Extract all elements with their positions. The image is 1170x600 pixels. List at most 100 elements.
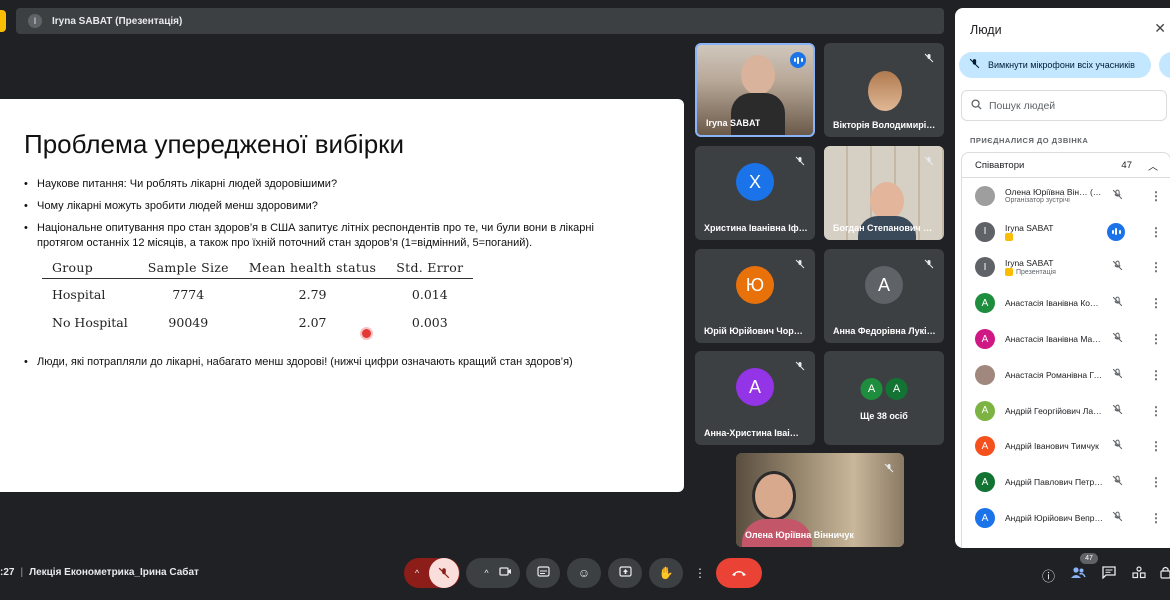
chevron-up-icon[interactable]: ^: [475, 568, 499, 578]
participant-tile[interactable]: А Анна-Христина Іваі…: [695, 351, 815, 445]
participant-row[interactable]: А Андрій Юрійович Вепр… ⋮: [962, 500, 1170, 536]
participant-tile[interactable]: А Анна Федорівна Лукі…: [824, 249, 944, 343]
bottom-toolbar: :27 | Лекція Економетрика_Ірина Сабат ^ ^ …: [0, 553, 1170, 593]
reactions-button[interactable]: ☺: [567, 558, 601, 588]
mic-off-icon[interactable]: [1112, 404, 1123, 418]
participant-avatar: Х: [736, 163, 774, 201]
table-row: No Hospital 90049 2.07 0.003: [42, 307, 473, 335]
group-count: 47: [1121, 159, 1132, 171]
participant-avatar: А: [736, 368, 774, 406]
more-vert-icon[interactable]: ⋮: [1150, 439, 1162, 453]
participant-avatar: А: [865, 266, 903, 304]
speaking-indicator-icon: [790, 52, 806, 68]
participant-avatar: А: [975, 508, 995, 529]
more-vert-icon[interactable]: ⋮: [1150, 225, 1162, 239]
participant-name: Христина Іванівна Іф…: [704, 223, 808, 233]
captions-icon: [536, 566, 550, 580]
participant-video-face: [752, 471, 796, 521]
slide-bullet: Наукове питання: Чи роблять лікарні люде…: [24, 177, 624, 192]
participant-tile[interactable]: Iryna SABAT: [695, 43, 815, 137]
slide-title: Проблема упередженої вибірки: [24, 129, 405, 159]
more-vert-icon[interactable]: ⋮: [1150, 404, 1162, 418]
mic-off-icon: [969, 58, 980, 72]
participant-name: Iryna SABAT: [706, 118, 761, 128]
participant-row[interactable]: А Анастасія Іванівна Мак… ⋮: [962, 321, 1170, 357]
search-people-field[interactable]: Пошук людей: [961, 90, 1167, 121]
participant-info: Андрій Іванович Тимчук: [1005, 441, 1103, 451]
mic-off-icon[interactable]: [1112, 439, 1123, 453]
participant-name: Олена Юріївна Вінничук: [745, 530, 854, 540]
participant-avatar: А: [975, 329, 995, 350]
mic-off-icon[interactable]: [1112, 189, 1123, 203]
participant-info: Анастасія Іванівна Мак…: [1005, 334, 1103, 344]
camera-control[interactable]: ^: [466, 558, 520, 588]
slide-bullets: Наукове питання: Чи роблять лікарні люде…: [24, 177, 624, 258]
mute-all-button[interactable]: Вимкнути мікрофони всіх учасників: [959, 52, 1151, 78]
presentation-slide: Проблема упередженої вибірки Наукове пит…: [0, 99, 684, 492]
participant-row[interactable]: А Анастасія Іванівна Кор… ⋮: [962, 285, 1170, 321]
activities-icon[interactable]: [1132, 566, 1146, 582]
chevron-up-icon: ︿: [1148, 161, 1158, 173]
participant-avatar: А: [975, 472, 995, 493]
raise-hand-button[interactable]: ✋: [649, 558, 683, 588]
more-vert-icon[interactable]: ⋮: [1150, 475, 1162, 489]
participant-row[interactable]: I Iryna SABAT ⋮: [962, 214, 1170, 250]
present-button[interactable]: [608, 558, 642, 588]
participant-name: Вікторія Володимирі…: [833, 120, 936, 130]
mic-off-icon[interactable]: [1112, 368, 1123, 382]
participant-row[interactable]: Олена Юріївна Він… (Ви) Організатор зустр…: [962, 178, 1170, 214]
more-vert-icon[interactable]: ⋮: [1150, 189, 1162, 203]
participant-tile[interactable]: Богдан Степанович С…: [824, 146, 944, 240]
more-vert-icon[interactable]: ⋮: [1150, 368, 1162, 382]
participant-avatar: А: [975, 400, 995, 421]
captions-button[interactable]: [526, 558, 560, 588]
participant-info: Iryna SABAT: [1005, 223, 1103, 241]
participant-row[interactable]: Анастасія Романівна Га… ⋮: [962, 357, 1170, 393]
leave-call-button[interactable]: [716, 558, 762, 588]
search-icon: [971, 98, 982, 113]
mic-off-icon: [922, 51, 936, 65]
mic-off-icon[interactable]: [1112, 475, 1123, 489]
contributors-group-header[interactable]: Співавтори 47 ︿: [961, 152, 1170, 178]
participant-name: Анастасія Іванівна Мак…: [1005, 334, 1103, 345]
participant-row[interactable]: А Андрій Георгійович Ла… ⋮: [962, 393, 1170, 429]
participant-tile[interactable]: Х Христина Іванівна Іф…: [695, 146, 815, 240]
mic-off-icon: [882, 461, 896, 475]
participant-name: Андрій Юрійович Вепр…: [1005, 513, 1103, 524]
laser-pointer: [362, 329, 371, 338]
close-icon[interactable]: ✕: [1154, 20, 1166, 37]
self-view-tile[interactable]: Олена Юріївна Вінничук: [736, 453, 904, 547]
participant-name: Андрій Павлович Петр…: [1005, 477, 1103, 488]
more-options-button[interactable]: ⋮: [690, 558, 710, 588]
audio-off-icon[interactable]: [1112, 260, 1123, 274]
participant-tile[interactable]: Вікторія Володимирі…: [824, 43, 944, 137]
mic-off-icon[interactable]: [1112, 511, 1123, 525]
more-vert-icon[interactable]: ⋮: [1150, 511, 1162, 525]
chat-icon[interactable]: [1102, 566, 1116, 582]
table-cell: 0.003: [411, 315, 448, 330]
more-vert-icon[interactable]: ⋮: [1150, 332, 1162, 346]
more-participants-tile[interactable]: А А Ще 38 осіб: [824, 351, 944, 445]
emoji-icon: ☺: [577, 566, 591, 580]
more-vert-icon[interactable]: ⋮: [1150, 260, 1162, 274]
participant-row[interactable]: А Андрій Павлович Петр… ⋮: [962, 464, 1170, 500]
more-vert-icon[interactable]: ⋮: [1150, 296, 1162, 310]
participant-row[interactable]: А Андрій Іванович Тимчук ⋮: [962, 429, 1170, 465]
meeting-details-icon[interactable]: ⓘ: [1042, 566, 1055, 585]
participant-row[interactable]: I Iryna SABAT Презентація ⋮: [962, 250, 1170, 286]
participant-info: Андрій Георгійович Ла…: [1005, 406, 1103, 416]
people-icon[interactable]: [1070, 566, 1086, 582]
panel-extra-button[interactable]: [1159, 52, 1170, 78]
lock-icon[interactable]: [1160, 566, 1170, 582]
presenting-badge-icon: [1005, 268, 1013, 277]
chevron-up-icon[interactable]: ^: [405, 568, 429, 578]
camera-icon[interactable]: [498, 566, 512, 580]
participant-tile[interactable]: Ю Юрій Юрійович Чорн…: [695, 249, 815, 343]
people-list: Олена Юріївна Він… (Ви) Організатор зустр…: [961, 178, 1170, 548]
table-header: Sample Size: [137, 257, 239, 279]
mic-off-icon[interactable]: [429, 558, 459, 588]
table-cell: 2.79: [298, 287, 327, 302]
mic-off-icon[interactable]: [1112, 296, 1123, 310]
mic-control[interactable]: ^: [404, 558, 460, 588]
mic-off-icon[interactable]: [1112, 332, 1123, 346]
